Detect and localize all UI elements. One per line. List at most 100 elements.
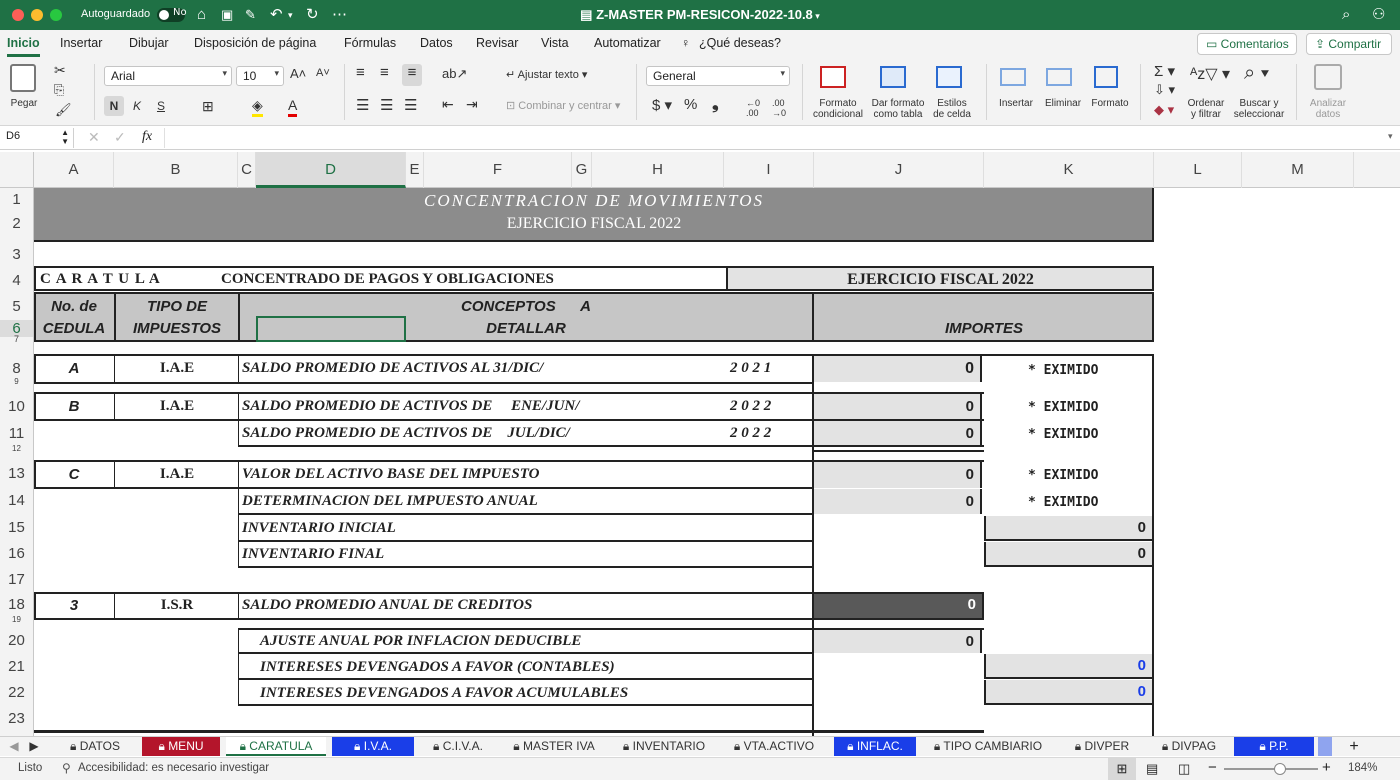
- format-painter-icon[interactable]: 🖌: [55, 102, 72, 118]
- tab-scroll-left-icon[interactable]: ◀: [8, 737, 20, 756]
- sheet-tab-caratula[interactable]: 🔒︎ CARATULA: [226, 737, 326, 756]
- sheet-tab-iva[interactable]: 🔒︎ I.V.A.: [332, 737, 414, 756]
- tell-me-search[interactable]: ¿Qué deseas?: [699, 36, 781, 50]
- column-header-c[interactable]: C: [238, 152, 256, 188]
- comma-icon[interactable]: ❟: [712, 94, 719, 114]
- delete-cells-button[interactable]: Eliminar: [1040, 98, 1086, 109]
- align-center-icon[interactable]: ☰: [380, 96, 393, 114]
- tab-disposicion[interactable]: Disposición de página: [194, 36, 316, 50]
- sheet-tab-master-iva[interactable]: 🔒︎ MASTER IVA: [502, 737, 606, 756]
- percent-icon[interactable]: %: [684, 96, 697, 113]
- add-sheet-icon[interactable]: +: [1346, 737, 1362, 756]
- autosum-icon[interactable]: Σ ▾: [1154, 62, 1175, 80]
- row-header[interactable]: 21: [0, 658, 33, 675]
- row-header[interactable]: 4: [0, 272, 33, 289]
- select-all-corner[interactable]: [0, 152, 34, 188]
- font-color-icon[interactable]: A: [288, 96, 298, 117]
- close-window-button[interactable]: [12, 9, 24, 21]
- expand-formula-icon[interactable]: ▾: [1388, 131, 1393, 142]
- increase-decimal-icon[interactable]: ←0.00: [746, 98, 760, 118]
- column-header-j[interactable]: J: [814, 152, 984, 188]
- column-header-k[interactable]: K: [984, 152, 1154, 188]
- wrap-text-button[interactable]: ↵ Ajustar texto ▾: [506, 68, 587, 81]
- paste-button[interactable]: Pegar: [6, 98, 42, 109]
- orientation-icon[interactable]: ab↗: [442, 66, 467, 82]
- save-icon[interactable]: ▣: [221, 5, 233, 25]
- tab-vista[interactable]: Vista: [541, 36, 569, 50]
- row-header[interactable]: 16: [0, 545, 33, 562]
- row-header[interactable]: 12: [0, 445, 33, 451]
- fill-icon[interactable]: ⇩ ▾: [1154, 82, 1175, 98]
- column-header-a[interactable]: A: [34, 152, 114, 188]
- row-header[interactable]: 8: [0, 360, 33, 377]
- zoom-window-button[interactable]: [50, 9, 62, 21]
- row-header[interactable]: 19: [0, 616, 33, 622]
- autosave-toggle[interactable]: No: [157, 7, 187, 22]
- delete-cells-icon[interactable]: [1046, 68, 1072, 86]
- cell-styles-icon[interactable]: [936, 66, 962, 88]
- sheet-tab-vta-activo[interactable]: 🔒︎ VTA.ACTIVO: [722, 737, 826, 756]
- page-break-icon[interactable]: ◫: [1178, 761, 1190, 777]
- column-header-g[interactable]: G: [572, 152, 592, 188]
- row-header[interactable]: 1: [0, 191, 33, 208]
- merge-center-button[interactable]: ⊡ Combinar y centrar ▾: [506, 99, 620, 112]
- sort-filter-button[interactable]: Ordenar y filtrar: [1182, 98, 1230, 120]
- analyze-data-button[interactable]: Analizar datos: [1304, 98, 1352, 120]
- sheet-tab-menu[interactable]: 🔒︎ MENU: [142, 737, 220, 756]
- sheet-tab-inflac[interactable]: 🔒︎ INFLAC.: [834, 737, 916, 756]
- row-header[interactable]: 9: [0, 378, 33, 384]
- tab-inicio[interactable]: Inicio: [7, 36, 40, 57]
- format-table-icon[interactable]: [880, 66, 906, 88]
- column-header-d[interactable]: D: [256, 152, 406, 188]
- row-header[interactable]: 17: [0, 571, 33, 588]
- column-header-h[interactable]: H: [592, 152, 724, 188]
- accessibility-icon[interactable]: ⚲: [62, 761, 71, 775]
- share-people-icon[interactable]: ⚇: [1372, 5, 1385, 25]
- search-icon[interactable]: ⌕: [1342, 5, 1350, 25]
- zoom-slider[interactable]: [1224, 768, 1318, 770]
- zoom-level[interactable]: 184%: [1348, 762, 1377, 774]
- selected-cell-d6[interactable]: [256, 316, 406, 342]
- row-header[interactable]: 15: [0, 519, 33, 536]
- row-header[interactable]: 20: [0, 632, 33, 649]
- worksheet-grid[interactable]: CONCENTRACION DE MOVIMIENTOS EJERCICIO F…: [34, 188, 1400, 736]
- decrease-font-icon[interactable]: A˅: [316, 67, 330, 79]
- sheet-tab-datos[interactable]: 🔒︎ DATOS: [56, 737, 134, 756]
- zoom-in-icon[interactable]: +: [1322, 759, 1331, 776]
- home-icon[interactable]: ⌂: [197, 5, 206, 25]
- column-header-e[interactable]: E: [406, 152, 424, 188]
- zoom-slider-thumb[interactable]: [1274, 763, 1286, 775]
- cancel-icon[interactable]: ✕: [88, 129, 100, 146]
- column-header-b[interactable]: B: [114, 152, 238, 188]
- sheet-tab-divpag[interactable]: 🔒︎ DIVPAG: [1150, 737, 1228, 756]
- bold-button[interactable]: N: [104, 96, 124, 116]
- currency-icon[interactable]: $ ▾: [652, 96, 672, 114]
- indent-decrease-icon[interactable]: ⇤: [442, 96, 454, 113]
- align-top-icon[interactable]: ≡: [356, 64, 365, 81]
- column-header-l[interactable]: L: [1154, 152, 1242, 188]
- borders-icon[interactable]: ⊞: [202, 96, 214, 116]
- format-cells-icon[interactable]: [1094, 66, 1118, 88]
- tab-insertar[interactable]: Insertar: [60, 36, 102, 50]
- indent-increase-icon[interactable]: ⇥: [466, 96, 478, 113]
- insert-cells-icon[interactable]: [1000, 68, 1026, 86]
- paste-icon[interactable]: [10, 64, 36, 92]
- row-header[interactable]: 18: [0, 596, 33, 613]
- redo-icon[interactable]: ↻: [306, 5, 319, 25]
- column-header-i[interactable]: I: [724, 152, 814, 188]
- row-header[interactable]: 14: [0, 492, 33, 509]
- sheet-tab-overflow[interactable]: [1318, 737, 1332, 756]
- normal-view-icon[interactable]: ⊞: [1108, 758, 1136, 780]
- row-header[interactable]: 7: [0, 334, 33, 344]
- font-name-select[interactable]: Arial ▾: [104, 66, 232, 86]
- font-size-select[interactable]: 10 ▾: [236, 66, 284, 86]
- fill-color-icon[interactable]: ◈: [252, 96, 263, 117]
- insert-cells-button[interactable]: Insertar: [994, 98, 1038, 109]
- accessibility-status[interactable]: Accesibilidad: es necesario investigar: [78, 762, 269, 774]
- sheet-tab-inventario[interactable]: 🔒︎ INVENTARIO: [612, 737, 716, 756]
- row-header[interactable]: 11: [0, 425, 33, 442]
- decrease-decimal-icon[interactable]: .00 →0: [772, 98, 786, 118]
- row-header[interactable]: 2: [0, 215, 33, 232]
- align-right-icon[interactable]: ☰: [404, 96, 417, 114]
- column-header-m[interactable]: M: [1242, 152, 1354, 188]
